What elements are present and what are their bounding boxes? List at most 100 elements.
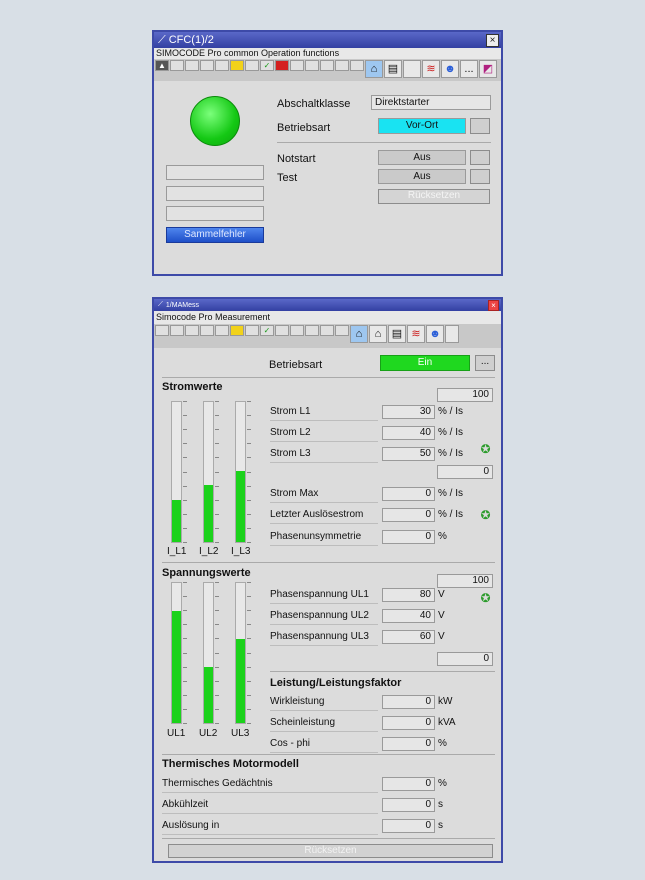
value-field: 0 [382,695,435,709]
notstart-label: Notstart [277,153,316,165]
value-unit: % / Is [438,406,464,417]
title-bar[interactable]: ⟋ 1/MAMess × [154,299,501,311]
scale-tick [183,610,187,611]
alarm-icon[interactable] [275,60,289,71]
scale-tick [183,415,187,416]
toolbar-slot [305,325,319,336]
scale-tick [183,457,187,458]
reset-button[interactable]: Rücksetzen [378,189,490,204]
level-bar [203,401,214,543]
toolbar-slot [445,325,459,343]
row-underline [270,624,378,625]
scale-tick [215,528,219,529]
value-unit: kVA [438,717,456,728]
pin-icon[interactable]: ▲ [155,60,169,71]
corner-icon[interactable]: ◩ [479,60,497,78]
toolbar: ▲ ✓ ⌂ ▤ ≋ ☻ ... ◩ [154,59,501,81]
toolbar-slot [245,325,259,336]
refresh-icon[interactable]: ✪ [480,592,491,604]
scale-tick [183,486,187,487]
bar-label: UL3 [231,728,250,739]
toolbar-slot [305,60,319,71]
betriebsart-label: Betriebsart [269,359,323,371]
test-button[interactable] [470,169,490,184]
row-underline [270,441,378,442]
document-icon[interactable]: ▤ [388,325,406,343]
scale-tick [247,401,251,402]
separator [162,754,495,755]
document-icon[interactable]: ▤ [384,60,402,78]
title-bar[interactable]: ⟋ CFC(1)/2 × [154,32,501,48]
lock-icon[interactable] [230,325,244,336]
toolbar-slot [275,325,289,336]
refresh-icon[interactable]: ✪ [480,443,491,455]
value-label: Phasenspannung UL3 [270,631,369,642]
abschaltklasse-value: Direktstarter [371,95,491,110]
value-unit: V [438,631,445,642]
betriebsart-button[interactable] [470,118,490,134]
window-title: 1/MAMess [165,301,199,309]
operation-window: ⟋ CFC(1)/2 × SIMOCODE Pro common Operati… [152,30,503,276]
betriebsart-value[interactable]: Vor-Ort [378,118,466,134]
check-icon[interactable]: ✓ [260,60,274,71]
lock-icon[interactable] [230,60,244,71]
value-label: Letzter Auslösestrom [270,509,364,520]
home-icon[interactable]: ⌂ [365,60,383,78]
home-alt-icon[interactable]: ⌂ [369,325,387,343]
scale-tick [247,695,251,696]
betriebsart-label: Betriebsart [277,122,331,134]
scale-tick [183,528,187,529]
toolbar-slot [335,325,349,336]
value-field: 0 [382,487,435,501]
scale-tick [247,514,251,515]
faceplate-subtitle: SIMOCODE Pro common Operation functions [154,48,501,59]
value-unit: % / Is [438,488,464,499]
scale-tick [247,667,251,668]
sammelfehler-indicator: Sammelfehler [166,227,264,243]
users-icon[interactable]: ☻ [441,60,459,78]
reset-button[interactable]: Rücksetzen [168,844,493,858]
row-underline [270,420,378,421]
toolbar-slot [245,60,259,71]
value-label: Strom L2 [270,427,311,438]
stromwerte-title: Stromwerte [162,381,223,393]
scale-tick [183,443,187,444]
scale-tick [247,429,251,430]
separator [277,142,491,143]
bar-label: I_L2 [199,546,219,557]
scale-tick [247,709,251,710]
toolbar: ✓ ⌂ ⌂ ▤ ≋ ☻ [154,324,501,348]
row-underline [270,462,378,463]
value-unit: s [438,820,443,831]
home-icon[interactable]: ⌂ [350,325,368,343]
scale-tick [247,443,251,444]
scale-tick [247,415,251,416]
betriebsart-value[interactable]: Ein [380,355,470,371]
scale-tick [247,582,251,583]
row-underline [270,645,378,646]
more-button[interactable]: ... [460,60,478,78]
trend-icon[interactable]: ≋ [422,60,440,78]
toolbar-slot [290,60,304,71]
value-unit: % / Is [438,427,464,438]
test-value: Aus [378,169,466,184]
scale-tick [215,500,219,501]
trend-icon[interactable]: ≋ [407,325,425,343]
close-button[interactable]: × [488,300,499,311]
check-icon[interactable]: ✓ [260,325,274,336]
refresh-icon[interactable]: ✪ [480,509,491,521]
status-field-2 [166,186,264,201]
users-icon[interactable]: ☻ [426,325,444,343]
scale-tick [215,667,219,668]
value-label: Abkühlzeit [162,799,209,810]
value-field: 0 [382,716,435,730]
scale-tick [215,457,219,458]
scale-tick [183,681,187,682]
notstart-button[interactable] [470,150,490,165]
value-field: 80 [382,588,435,602]
close-button[interactable]: × [486,34,499,47]
betriebsart-button[interactable]: ... [475,355,495,371]
scale-tick [215,401,219,402]
scale-tick [183,667,187,668]
scale-tick [247,681,251,682]
